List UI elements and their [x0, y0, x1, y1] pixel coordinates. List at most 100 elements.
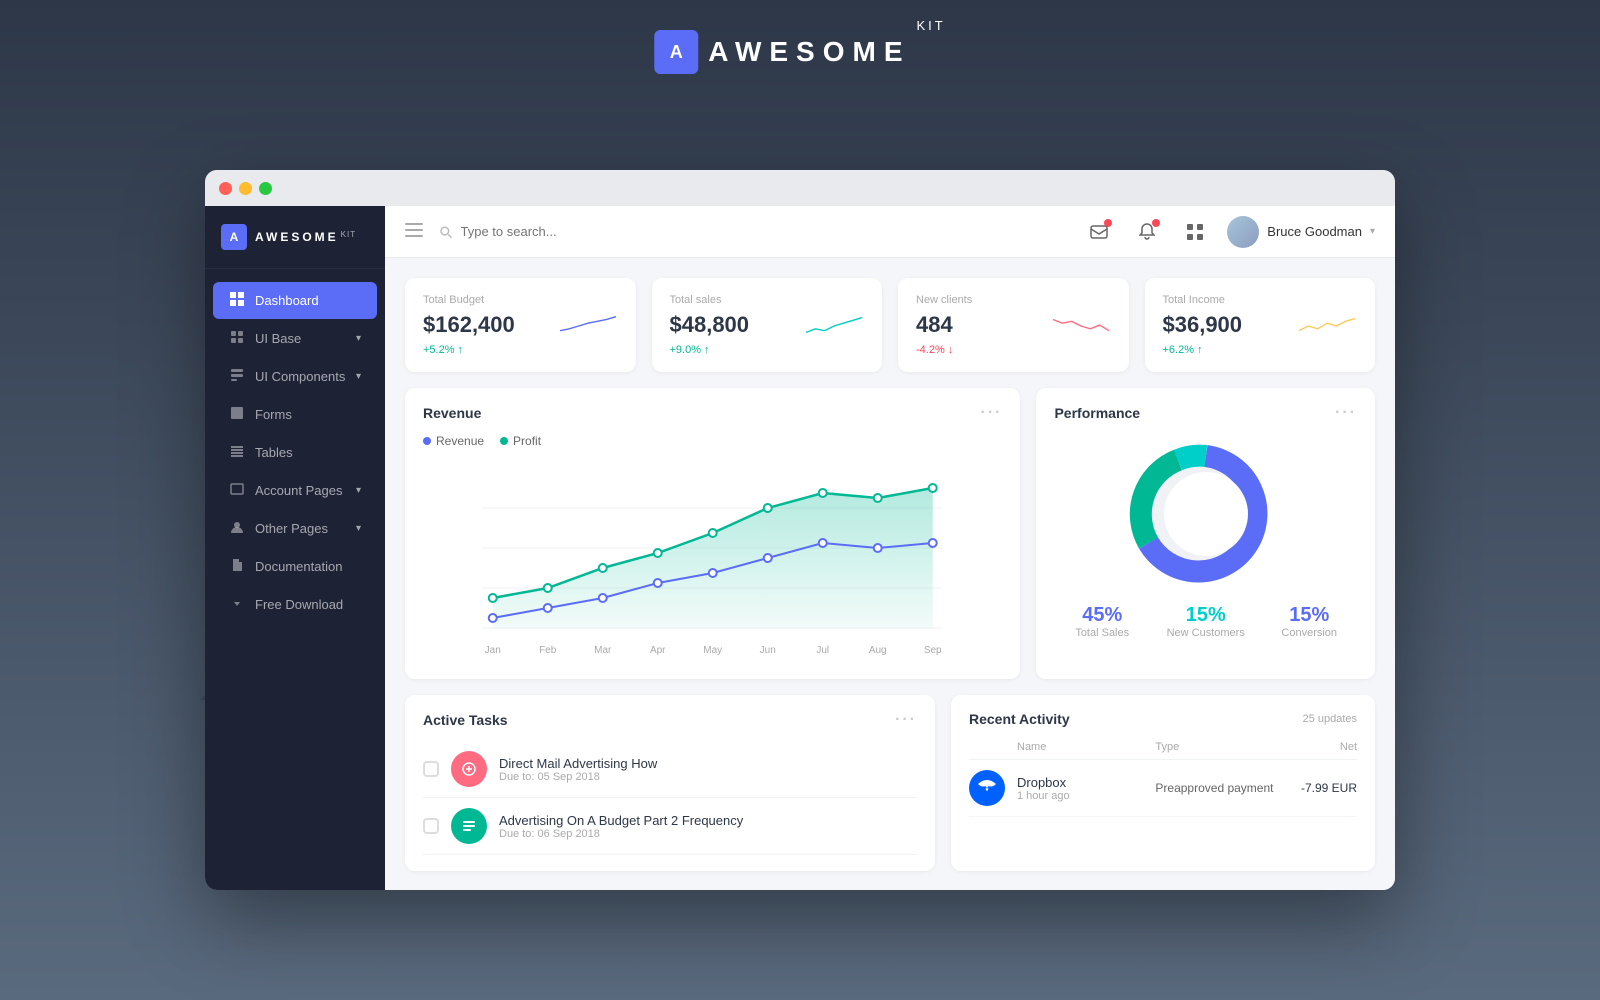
header-icons: Bruce Goodman ▾ [1083, 216, 1375, 248]
sidebar: A AWESOME KIT Dashboard [205, 206, 385, 890]
sidebar-item-free-download[interactable]: Free Download [213, 586, 377, 623]
stat-change: +6.2% ↑ [1163, 344, 1203, 356]
ui-components-icon [229, 368, 245, 385]
content-area: Bruce Goodman ▾ Total Budget $162,400 [385, 206, 1395, 890]
sidebar-item-ui-components[interactable]: UI Components ▾ [213, 358, 377, 395]
perf-stat-customers: 15% New Customers [1158, 604, 1254, 639]
search-input[interactable] [461, 224, 1068, 239]
brand-name-text: AWESOME [708, 36, 910, 68]
perf-stat-sales: 45% Total Sales [1054, 604, 1150, 639]
minimize-button[interactable] [239, 182, 252, 195]
task-checkbox[interactable] [423, 761, 439, 777]
revenue-chart-title: Revenue [423, 405, 481, 421]
activity-type: Preapproved payment [1155, 781, 1281, 795]
performance-menu-button[interactable]: ··· [1335, 404, 1357, 422]
user-info[interactable]: Bruce Goodman ▾ [1227, 216, 1375, 248]
chevron-down-icon: ▾ [356, 333, 361, 344]
activity-table-header: Name Type Net [969, 735, 1357, 760]
sidebar-item-label: Forms [255, 407, 361, 422]
perf-pct-customers: 15% [1158, 604, 1254, 627]
svg-text:Sep: Sep [924, 645, 942, 656]
activity-logo [969, 770, 1005, 806]
stat-label: Total sales [670, 294, 865, 306]
sparkline-budget [558, 312, 618, 340]
perf-label-sales: Total Sales [1054, 627, 1150, 639]
sparkline-income [1297, 312, 1357, 340]
stat-value: $36,900 [1163, 312, 1243, 338]
notifications-button[interactable] [1131, 216, 1163, 248]
sparkline-sales [804, 312, 864, 340]
svg-text:Mar: Mar [594, 645, 612, 656]
active-tasks-title: Active Tasks [423, 712, 508, 728]
stat-label: Total Budget [423, 294, 618, 306]
maximize-button[interactable] [259, 182, 272, 195]
search-icon [439, 225, 453, 239]
activity-info: Dropbox 1 hour ago [1017, 775, 1143, 802]
sidebar-item-ui-base[interactable]: UI Base ▾ [213, 320, 377, 357]
sidebar-item-forms[interactable]: Forms [213, 396, 377, 433]
chevron-down-icon: ▾ [356, 371, 361, 382]
stat-value: $162,400 [423, 312, 515, 338]
task-due: Due to: 05 Sep 2018 [499, 771, 917, 783]
close-button[interactable] [219, 182, 232, 195]
sidebar-item-documentation[interactable]: Documentation [213, 548, 377, 585]
perf-label-conversion: Conversion [1261, 627, 1357, 639]
task-item: Advertising On A Budget Part 2 Frequency… [423, 798, 917, 855]
sparkline-clients [1051, 312, 1111, 340]
donut-chart [1054, 434, 1357, 594]
stat-label: Total Income [1163, 294, 1358, 306]
other-pages-icon [229, 520, 245, 537]
user-chevron-icon: ▾ [1370, 226, 1375, 237]
legend-revenue-dot [423, 437, 431, 445]
chevron-down-icon: ▾ [356, 523, 361, 534]
sidebar-item-dashboard[interactable]: Dashboard [213, 282, 377, 319]
tasks-menu-button[interactable]: ··· [895, 711, 917, 729]
avatar [1227, 216, 1259, 248]
task-checkbox[interactable] [423, 818, 439, 834]
charts-row: Revenue ··· Revenue Profit [405, 388, 1375, 679]
mail-badge [1104, 219, 1112, 227]
activity-time: 1 hour ago [1017, 790, 1143, 802]
revenue-menu-button[interactable]: ··· [980, 404, 1002, 422]
activity-col-net: Net [1294, 741, 1357, 753]
brand-header: A AWESOME KIT [654, 30, 945, 74]
notification-badge [1152, 219, 1160, 227]
activity-name: Dropbox [1017, 775, 1143, 790]
stat-label: New clients [916, 294, 1111, 306]
main-layout: A AWESOME KIT Dashboard [205, 206, 1395, 890]
sidebar-item-label: Documentation [255, 559, 361, 574]
legend-profit-dot [500, 437, 508, 445]
stat-card-total-budget: Total Budget $162,400 +5.2% ↑ [405, 278, 636, 372]
svg-text:Apr: Apr [650, 645, 666, 656]
perf-pct-sales: 45% [1054, 604, 1150, 627]
stats-row: Total Budget $162,400 +5.2% ↑ [405, 278, 1375, 372]
top-header: Bruce Goodman ▾ [385, 206, 1395, 258]
page-content: Total Budget $162,400 +5.2% ↑ [385, 258, 1395, 890]
account-pages-icon [229, 482, 245, 499]
sidebar-logo-icon: A [221, 224, 247, 250]
revenue-chart-card: Revenue ··· Revenue Profit [405, 388, 1020, 679]
sidebar-item-label: UI Base [255, 331, 346, 346]
sidebar-item-tables[interactable]: Tables [213, 434, 377, 471]
title-bar [205, 170, 1395, 206]
stat-value: $48,800 [670, 312, 750, 338]
task-info: Advertising On A Budget Part 2 Frequency… [499, 813, 917, 840]
perf-label-customers: New Customers [1158, 627, 1254, 639]
sidebar-item-other-pages[interactable]: Other Pages ▾ [213, 510, 377, 547]
sidebar-item-account-pages[interactable]: Account Pages ▾ [213, 472, 377, 509]
activity-col-type: Type [1155, 741, 1281, 753]
legend-profit-label: Profit [513, 434, 541, 448]
stat-value: 484 [916, 312, 953, 338]
perf-stat-conversion: 15% Conversion [1261, 604, 1357, 639]
legend-profit: Profit [500, 434, 541, 448]
tables-icon [229, 444, 245, 461]
mail-button[interactable] [1083, 216, 1115, 248]
recent-activity-title: Recent Activity [969, 711, 1070, 727]
grid-button[interactable] [1179, 216, 1211, 248]
dashboard-icon [229, 292, 245, 309]
documentation-icon [229, 558, 245, 575]
stat-card-new-clients: New clients 484 -4.2% ↓ [898, 278, 1129, 372]
user-name: Bruce Goodman [1267, 224, 1362, 239]
revenue-chart-svg: Jan Feb Mar Apr May Jun Jul Aug Sep [423, 458, 1002, 658]
hamburger-icon[interactable] [405, 221, 423, 242]
